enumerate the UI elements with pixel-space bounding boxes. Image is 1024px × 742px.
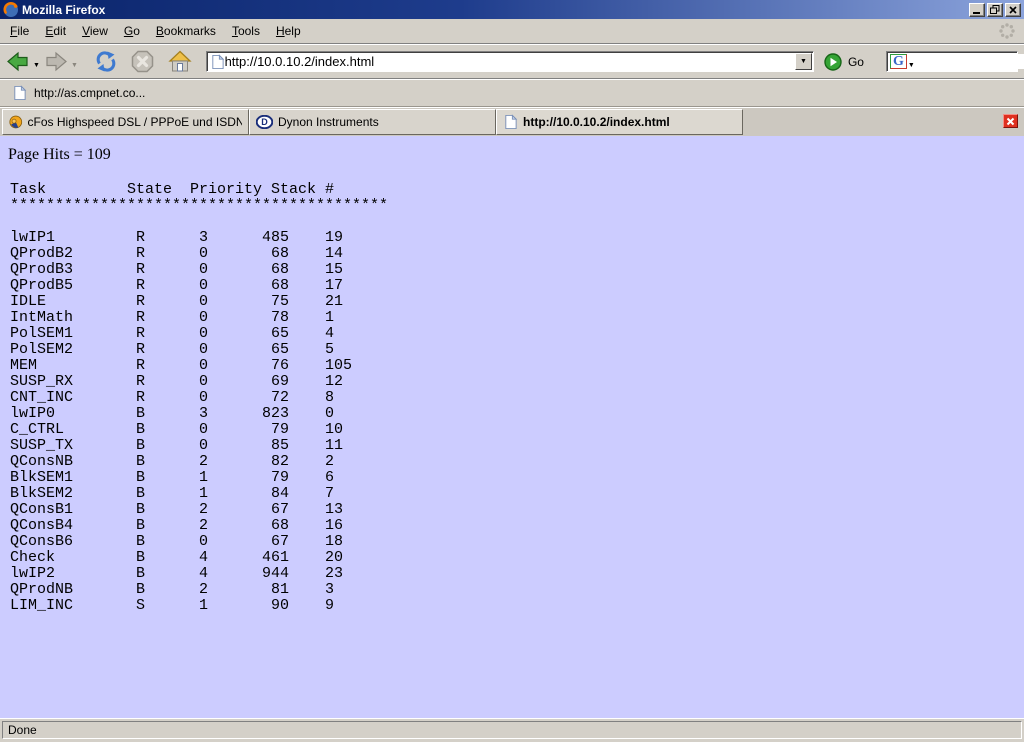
page-icon: [12, 85, 27, 101]
minimize-icon: [973, 5, 981, 14]
close-icon: [1009, 6, 1017, 14]
page-hits-text: Page Hits = 109: [8, 146, 1024, 164]
navigation-toolbar: ▼ ▼: [0, 44, 1024, 79]
forward-dropdown-icon[interactable]: ▼: [71, 62, 78, 69]
back-icon: [6, 50, 30, 73]
tab-close-button[interactable]: [1003, 114, 1018, 128]
title-bar: Mozilla Firefox: [0, 0, 1024, 19]
cfos-icon: [9, 114, 23, 130]
go-icon[interactable]: [824, 53, 842, 71]
menu-view[interactable]: View: [74, 21, 116, 41]
page-icon: [210, 54, 225, 70]
menu-bar: File Edit View Go Bookmarks Tools Help: [0, 19, 1024, 44]
reload-button[interactable]: [94, 50, 118, 73]
forward-button[interactable]: [44, 50, 68, 73]
tab-label: Dynon Instruments: [278, 115, 379, 129]
menu-bookmarks[interactable]: Bookmarks: [148, 21, 224, 41]
bookmark-label: http://as.cmpnet.co...: [34, 86, 145, 100]
tab-close-icon: [1006, 117, 1015, 126]
google-search-icon[interactable]: G: [890, 54, 907, 69]
restore-button[interactable]: [987, 3, 1003, 17]
stop-button[interactable]: [131, 50, 154, 73]
tab-cfos[interactable]: cFos Highspeed DSL / PPPoE und ISDN CAP.…: [2, 109, 249, 135]
reload-icon: [94, 50, 118, 73]
bookmarks-toolbar: http://as.cmpnet.co...: [0, 79, 1024, 107]
back-button[interactable]: [6, 50, 30, 73]
tab-dynon[interactable]: D Dynon Instruments: [249, 109, 496, 135]
restore-icon: [990, 5, 1000, 14]
close-button[interactable]: [1005, 3, 1021, 17]
task-table-pre: Task State Priority Stack # ************…: [10, 182, 1024, 614]
tab-label: http://10.0.10.2/index.html: [523, 115, 670, 129]
menu-file[interactable]: File: [2, 21, 37, 41]
url-input[interactable]: [225, 54, 795, 70]
menu-edit[interactable]: Edit: [37, 21, 74, 41]
minimize-button[interactable]: [969, 3, 985, 17]
tab-index-html[interactable]: http://10.0.10.2/index.html: [496, 109, 743, 135]
status-panel: Done: [2, 721, 1022, 739]
back-dropdown-icon[interactable]: ▼: [33, 62, 40, 69]
search-bar: G ▼: [886, 51, 1018, 72]
tab-bar: cFos Highspeed DSL / PPPoE und ISDN CAP.…: [0, 107, 1024, 136]
firefox-logo-icon: [3, 2, 19, 18]
stop-icon: [131, 50, 154, 73]
search-engine-dropdown-icon[interactable]: ▼: [908, 62, 915, 69]
menu-go[interactable]: Go: [116, 21, 148, 41]
throbber-icon: [998, 22, 1016, 40]
bookmark-item[interactable]: http://as.cmpnet.co...: [8, 83, 149, 103]
home-icon: [168, 50, 192, 73]
svg-text:D: D: [261, 117, 268, 127]
page-icon: [503, 114, 518, 130]
tab-label: cFos Highspeed DSL / PPPoE und ISDN CAP.…: [28, 115, 242, 129]
page-content: Page Hits = 109 Task State Priority Stac…: [0, 136, 1024, 718]
url-dropdown-button[interactable]: ▼: [795, 53, 812, 70]
menu-tools[interactable]: Tools: [224, 21, 268, 41]
browser-window: Mozilla Firefox File Edit View Go Bookma: [0, 0, 1024, 742]
dynon-icon: D: [256, 115, 273, 129]
search-input[interactable]: [915, 54, 1024, 69]
status-text: Done: [8, 723, 37, 737]
status-bar: Done: [0, 718, 1024, 742]
menu-help[interactable]: Help: [268, 21, 309, 41]
home-button[interactable]: [168, 50, 192, 73]
window-title: Mozilla Firefox: [22, 3, 105, 17]
url-bar: ▼: [206, 51, 814, 72]
go-button[interactable]: Go: [848, 55, 864, 69]
forward-icon: [44, 50, 68, 73]
